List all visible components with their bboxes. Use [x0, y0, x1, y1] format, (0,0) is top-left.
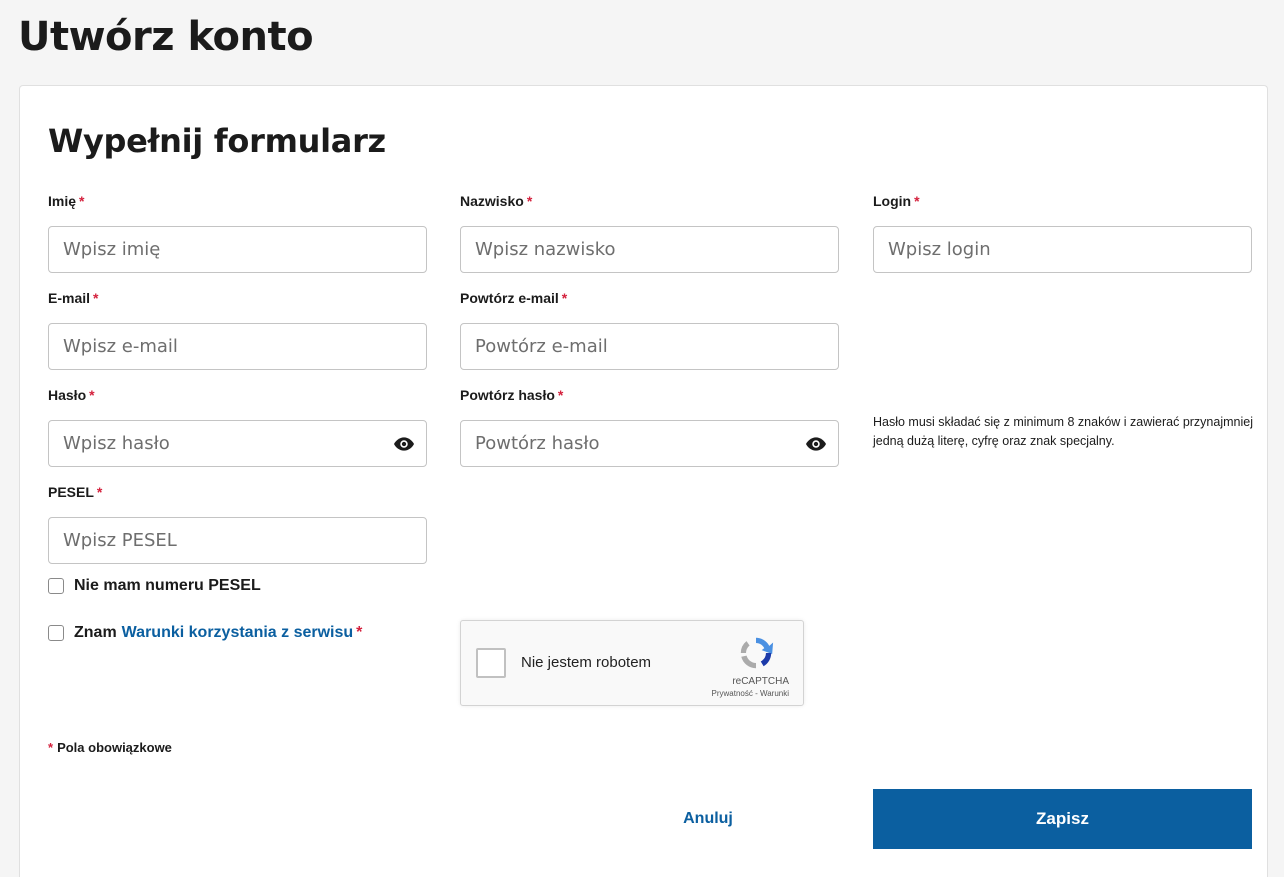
- last-name-label: Nazwisko *: [460, 193, 533, 209]
- recaptcha-label: Nie jestem robotem: [521, 654, 652, 671]
- email-repeat-input[interactable]: [461, 324, 838, 369]
- login-input-wrapper: [873, 226, 1252, 273]
- password-repeat-label: Powtórz hasło *: [460, 387, 564, 403]
- terms-link[interactable]: Warunki korzystania z serwisu: [122, 624, 353, 642]
- form-title: Wypełnij formularz: [48, 122, 386, 160]
- save-button[interactable]: Zapisz: [873, 789, 1252, 849]
- recaptcha-checkbox[interactable]: [476, 648, 506, 678]
- first-name-input-wrapper: [48, 226, 427, 273]
- email-input-wrapper: [48, 323, 427, 370]
- password-repeat-input[interactable]: [461, 421, 838, 466]
- required-asterisk: *: [561, 290, 568, 306]
- recaptcha-brand: reCAPTCHA: [732, 676, 789, 687]
- page-title: Utwórz konto: [18, 14, 314, 60]
- no-pesel-checkbox[interactable]: [48, 578, 64, 594]
- password-input[interactable]: [49, 421, 426, 466]
- login-input[interactable]: [874, 227, 1251, 272]
- email-repeat-field: Powtórz e-mail *: [460, 290, 839, 370]
- recaptcha-widget: Nie jestem robotem reCAPTCHA Prywatność …: [460, 620, 804, 706]
- first-name-field: Imię *: [48, 193, 427, 273]
- last-name-field: Nazwisko *: [460, 193, 839, 273]
- email-field: E-mail *: [48, 290, 427, 370]
- required-asterisk: *: [93, 290, 99, 306]
- password-repeat-field: Powtórz hasło *: [460, 387, 839, 467]
- required-asterisk: *: [79, 193, 85, 209]
- first-name-label: Imię *: [48, 193, 85, 209]
- last-name-input[interactable]: [461, 227, 838, 272]
- required-asterisk: *: [48, 740, 54, 755]
- terms-option: Znam Warunki korzystania z serwisu *: [48, 624, 362, 642]
- email-repeat-input-wrapper: [460, 323, 839, 370]
- no-pesel-label: Nie mam numeru PESEL: [74, 577, 261, 594]
- required-asterisk: *: [356, 624, 363, 641]
- pesel-label: PESEL *: [48, 484, 103, 500]
- no-pesel-option[interactable]: Nie mam numeru PESEL: [48, 577, 261, 595]
- pesel-field: PESEL *: [48, 484, 427, 564]
- required-asterisk: *: [914, 193, 920, 209]
- password-hint: Hasło musi składać się z minimum 8 znakó…: [873, 415, 1253, 448]
- eye-icon[interactable]: [394, 436, 414, 452]
- terms-checkbox[interactable]: [48, 625, 64, 641]
- required-asterisk: *: [526, 193, 533, 209]
- password-field: Hasło *: [48, 387, 427, 467]
- required-asterisk: *: [557, 387, 564, 403]
- login-label: Login *: [873, 193, 920, 209]
- pesel-input[interactable]: [49, 518, 426, 563]
- required-asterisk: *: [96, 484, 103, 500]
- email-input[interactable]: [49, 324, 426, 369]
- last-name-input-wrapper: [460, 226, 839, 273]
- pesel-input-wrapper: [48, 517, 427, 564]
- eye-icon[interactable]: [806, 436, 826, 452]
- recaptcha-logo-icon: [740, 637, 774, 669]
- cancel-button[interactable]: Anuluj: [633, 789, 783, 849]
- registration-form-card: Wypełnij formularz Imię* Nazwisko* Login…: [19, 85, 1268, 877]
- required-asterisk: *: [89, 387, 95, 403]
- password-input-wrapper: [48, 420, 427, 467]
- recaptcha-privacy-terms-links[interactable]: Prywatność - Warunki: [712, 689, 790, 698]
- email-repeat-label: Powtórz e-mail *: [460, 290, 568, 306]
- password-label: Hasło *: [48, 387, 95, 403]
- password-repeat-input-wrapper: [460, 420, 839, 467]
- email-label: E-mail *: [48, 290, 99, 306]
- login-field: Login *: [873, 193, 1252, 273]
- terms-prefix: Znam: [74, 624, 117, 641]
- required-fields-note: * Pola obowiązkowe: [48, 740, 172, 755]
- first-name-input[interactable]: [49, 227, 426, 272]
